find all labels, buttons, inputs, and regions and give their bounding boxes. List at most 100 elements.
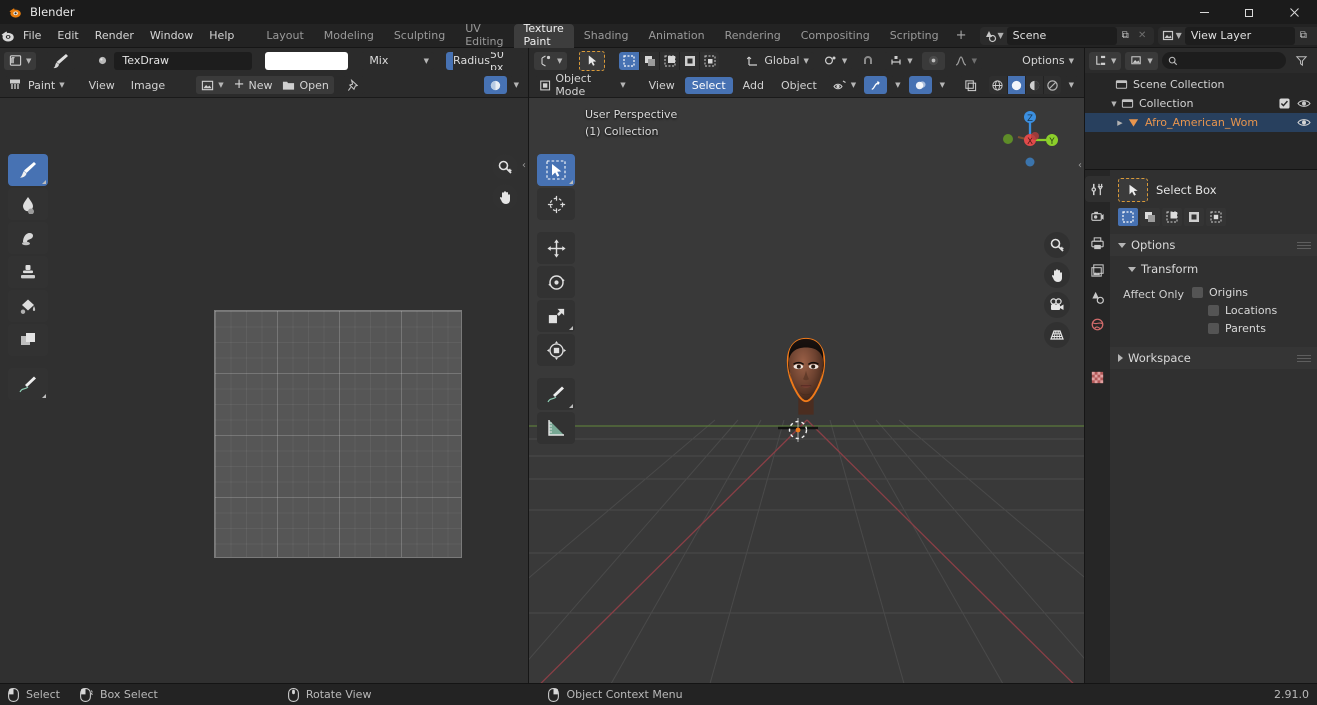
vtool-select-box[interactable] [537,154,575,186]
select-intersect-button[interactable] [699,51,720,70]
pan-hand-icon[interactable] [1044,262,1070,288]
collection-disclosure-triangle-icon[interactable]: ▼ [1107,100,1121,108]
object-visibility-eye-icon[interactable] [1297,117,1311,128]
properties-tab-output[interactable] [1085,230,1110,256]
shading-material-button[interactable] [1024,76,1043,94]
viewport-menu-add[interactable]: Add [736,77,771,94]
viewport-menu-select[interactable]: Select [684,76,733,94]
transform-orientation-dropdown[interactable]: Global ▼ [741,51,814,70]
blender-menu-icon[interactable] [0,28,15,43]
falloff-curve-icon[interactable]: ▼ [948,51,983,70]
origins-checkbox[interactable] [1192,287,1203,298]
workspace-tab-compositing[interactable]: Compositing [791,24,880,48]
select-mode-intersect[interactable] [1206,208,1226,226]
vtool-annotate[interactable] [537,378,575,410]
maximize-button[interactable] [1227,0,1272,24]
image-editor-sidebar-toggle[interactable]: ‹ [522,160,526,171]
vtool-scale[interactable] [537,300,575,332]
tool-smear[interactable] [8,222,48,254]
workspace-tab-modeling[interactable]: Modeling [314,24,384,48]
affect-only-origins[interactable]: Origins [1192,286,1277,299]
uv-image-grid[interactable] [214,310,462,558]
outliner-row-scene-collection[interactable]: Scene Collection [1085,75,1317,94]
outliner-search-input[interactable] [1161,52,1286,69]
tool-soften[interactable] [8,188,48,220]
pivot-point-dropdown[interactable]: ▼ [817,51,853,70]
outliner-row-object[interactable]: ▶ Afro_American_Wom [1085,113,1317,132]
scene-icon[interactable] [983,29,997,43]
menu-edit[interactable]: Edit [49,26,86,45]
active-tool-icon[interactable] [1118,178,1148,202]
snap-target-dropdown[interactable]: ▼ [884,51,918,70]
select-set-button[interactable] [619,51,640,70]
image-editor-canvas[interactable]: ‹ [0,98,528,705]
outliner-filter-icon[interactable] [1290,51,1313,70]
object-mode-selector[interactable]: Object Mode ▼ [534,72,631,98]
shading-chevron-down-icon[interactable]: ▼ [1063,76,1079,94]
workspace-tab-shading[interactable]: Shading [574,24,639,48]
shading-solid-button[interactable] [1006,76,1025,94]
workspace-tab-animation[interactable]: Animation [638,24,714,48]
tool-fill[interactable] [8,290,48,322]
paint-mode-selector[interactable]: Paint ▼ [4,76,70,94]
image-editor-menu-image[interactable]: Image [124,77,172,94]
image-shading-chevron-down-icon[interactable]: ▼ [508,76,524,94]
tool-mask[interactable] [8,324,48,356]
ortho-grid-icon[interactable] [1044,322,1070,348]
vtool-move[interactable] [537,232,575,264]
viewport-menu-object[interactable]: Object [774,77,824,94]
navigation-gizmo[interactable]: Z Y X [996,106,1064,174]
select-subtract-button[interactable] [659,51,680,70]
properties-tab-view-layer[interactable] [1085,257,1110,283]
select-mode-subtract[interactable] [1162,208,1182,226]
affect-only-locations[interactable]: Locations [1208,304,1277,317]
vtool-transform[interactable] [537,334,575,366]
pin-icon[interactable] [341,76,365,94]
select-extend-button[interactable] [639,51,660,70]
workspace-tab-sculpting[interactable]: Sculpting [384,24,455,48]
object-disclosure-triangle-icon[interactable]: ▶ [1113,119,1127,127]
zoom-icon[interactable] [492,154,518,180]
brush-tool-icon[interactable] [45,51,76,70]
view-layer-unlink-button[interactable]: ✕ [1312,27,1317,45]
minimize-button[interactable] [1182,0,1227,24]
visibility-dropdown[interactable]: ▼ [826,76,862,94]
properties-tab-scene[interactable] [1085,284,1110,310]
affect-only-parents[interactable]: Parents [1208,322,1277,335]
scene-name-field[interactable]: Scene [1006,26,1117,45]
vtool-cursor[interactable] [537,188,575,220]
camera-icon[interactable] [1044,292,1070,318]
collection-visibility-eye-icon[interactable] [1297,98,1311,109]
scene-chevron-down-icon[interactable]: ▼ [998,31,1004,40]
properties-tab-tool[interactable] [1085,176,1110,202]
close-button[interactable] [1272,0,1317,24]
parents-checkbox[interactable] [1208,323,1219,334]
brush-name-field[interactable]: TexDraw [114,51,253,70]
viewport-menu-view[interactable]: View [642,77,682,94]
outliner-display-mode-dropdown[interactable]: ▼ [1125,51,1158,70]
proportional-edit-icon[interactable] [921,51,945,70]
menu-file[interactable]: File [15,26,49,45]
head-model[interactable] [778,336,834,428]
image-browse-icon[interactable]: ▼ [196,76,229,94]
locations-checkbox[interactable] [1208,305,1219,316]
tool-draw[interactable] [8,154,48,186]
xray-toggle[interactable] [958,76,982,94]
properties-tab-world[interactable] [1085,311,1110,337]
vtool-rotate[interactable] [537,266,575,298]
active-tool-indicator[interactable] [579,50,606,71]
select-mode-set[interactable] [1118,208,1138,226]
gizmo-chevron-down-icon[interactable]: ▼ [890,76,906,94]
snap-magnet-icon[interactable] [856,51,881,70]
viewport-editor-type-selector[interactable]: ▼ [534,51,568,70]
image-shading-button[interactable] [483,76,507,94]
new-image-button[interactable]: + New [228,76,278,94]
outliner-editor-type-selector[interactable]: ▼ [1089,51,1122,70]
pan-hand-icon[interactable] [492,184,518,210]
outliner-row-collection[interactable]: ▼ Collection [1085,94,1317,113]
shading-wireframe-button[interactable] [988,76,1007,94]
editor-type-selector[interactable]: ▼ [4,51,37,70]
brush-radius-slider[interactable]: Radius 50 px [446,51,524,70]
view-layer-icon[interactable] [1161,29,1175,43]
panel-options[interactable]: Options [1110,234,1317,256]
